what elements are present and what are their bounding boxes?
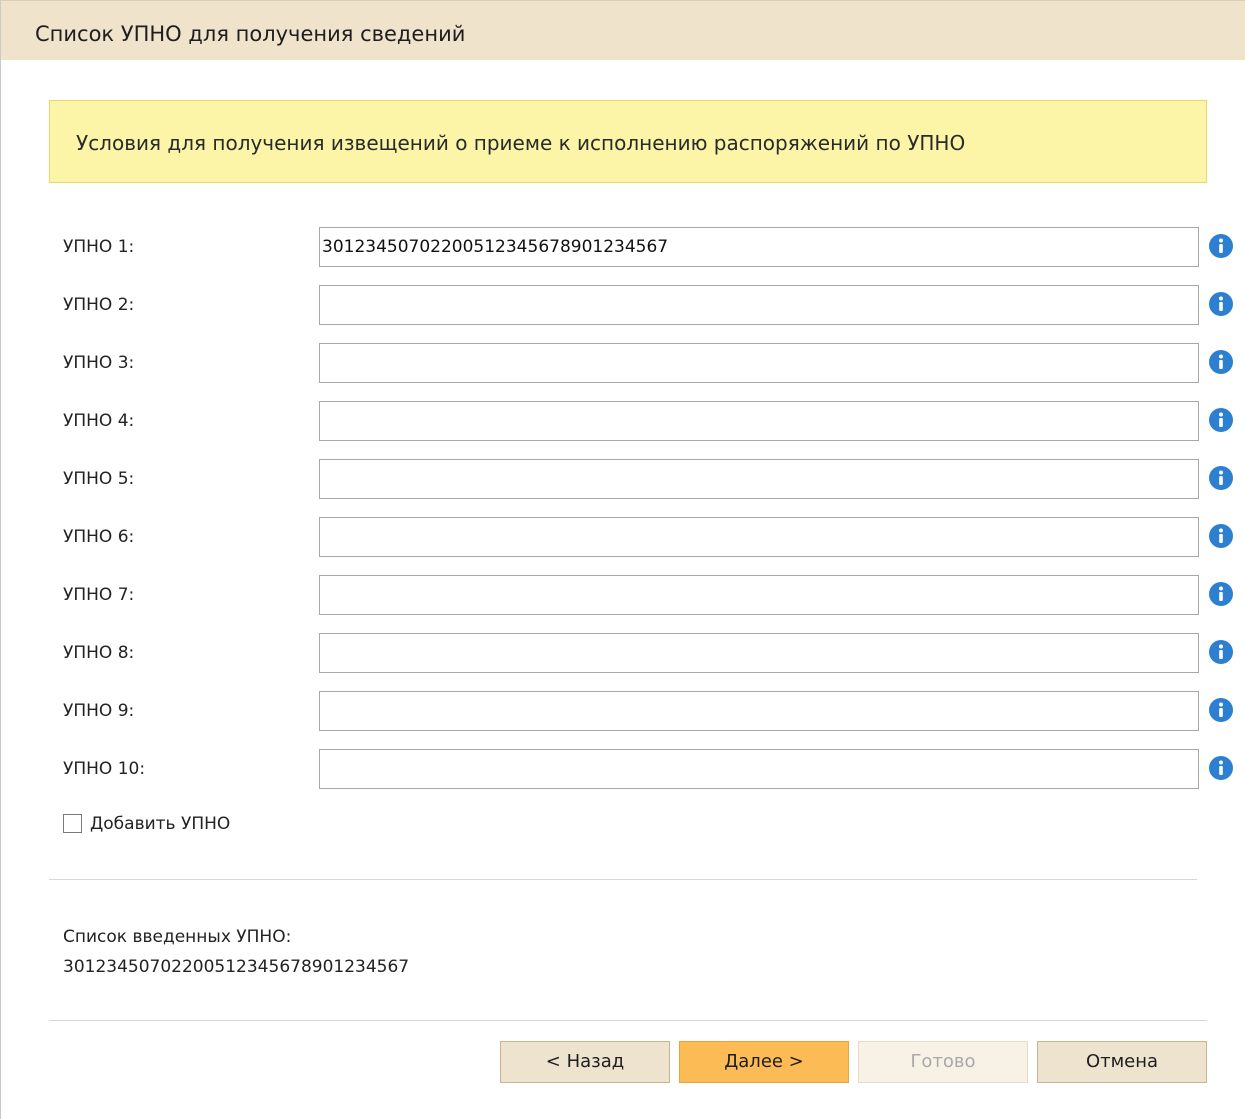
upno-row-9: УПНО 9: <box>1 691 1245 731</box>
info-icon[interactable] <box>1208 349 1234 375</box>
upno-row-6: УПНО 6: <box>1 517 1245 557</box>
info-icon[interactable] <box>1208 233 1234 259</box>
upno-input-9[interactable] <box>319 691 1199 731</box>
entered-upno-value: 30123450702200512345678901234567 <box>63 957 410 977</box>
upno-label-9: УПНО 9: <box>63 701 135 721</box>
upno-row-8: УПНО 8: <box>1 633 1245 673</box>
divider <box>49 1020 1207 1021</box>
upno-label-6: УПНО 6: <box>63 527 135 547</box>
info-icon[interactable] <box>1208 465 1234 491</box>
upno-label-4: УПНО 4: <box>63 411 135 431</box>
done-button[interactable]: Готово <box>858 1041 1028 1083</box>
upno-row-7: УПНО 7: <box>1 575 1245 615</box>
upno-label-10: УПНО 10: <box>63 759 146 779</box>
cancel-button[interactable]: Отмена <box>1037 1041 1207 1083</box>
upno-label-1: УПНО 1: <box>63 237 135 257</box>
info-icon[interactable] <box>1208 755 1234 781</box>
info-icon[interactable] <box>1208 697 1234 723</box>
upno-row-5: УПНО 5: <box>1 459 1245 499</box>
info-icon[interactable] <box>1208 407 1234 433</box>
upno-label-2: УПНО 2: <box>63 295 135 315</box>
window-title: Список УПНО для получения сведений <box>35 22 466 46</box>
upno-row-3: УПНО 3: <box>1 343 1245 383</box>
back-button[interactable]: < Назад <box>500 1041 670 1083</box>
divider <box>49 879 1197 880</box>
upno-input-6[interactable] <box>319 517 1199 557</box>
upno-input-value-1: 30123450702200512345678901234567 <box>322 237 669 257</box>
info-icon[interactable] <box>1208 639 1234 665</box>
upno-label-3: УПНО 3: <box>63 353 135 373</box>
title-bar: Список УПНО для получения сведений <box>1 0 1245 60</box>
upno-label-5: УПНО 5: <box>63 469 135 489</box>
upno-row-10: УПНО 10: <box>1 749 1245 789</box>
notice-text: Условия для получения извещений о приеме… <box>76 131 966 155</box>
upno-input-4[interactable] <box>319 401 1199 441</box>
upno-row-4: УПНО 4: <box>1 401 1245 441</box>
upno-label-7: УПНО 7: <box>63 585 135 605</box>
upno-row-2: УПНО 2: <box>1 285 1245 325</box>
upno-input-5[interactable] <box>319 459 1199 499</box>
upno-input-3[interactable] <box>319 343 1199 383</box>
upno-row-1: УПНО 1: 30123450702200512345678901234567 <box>1 227 1245 267</box>
wizard-page: Список УПНО для получения сведений Услов… <box>0 0 1245 1119</box>
upno-input-10[interactable] <box>319 749 1199 789</box>
upno-input-2[interactable] <box>319 285 1199 325</box>
add-upno-label[interactable]: Добавить УПНО <box>90 813 230 835</box>
upno-input-8[interactable] <box>319 633 1199 673</box>
info-icon[interactable] <box>1208 581 1234 607</box>
add-upno-checkbox[interactable] <box>63 814 82 833</box>
entered-upno-label: Список введенных УПНО: <box>63 927 292 947</box>
notice-banner: Условия для получения извещений о приеме… <box>49 100 1207 183</box>
next-button[interactable]: Далее > <box>679 1041 849 1083</box>
upno-label-8: УПНО 8: <box>63 643 135 663</box>
info-icon[interactable] <box>1208 291 1234 317</box>
upno-input-1[interactable]: 30123450702200512345678901234567 <box>319 227 1199 267</box>
upno-input-7[interactable] <box>319 575 1199 615</box>
info-icon[interactable] <box>1208 523 1234 549</box>
